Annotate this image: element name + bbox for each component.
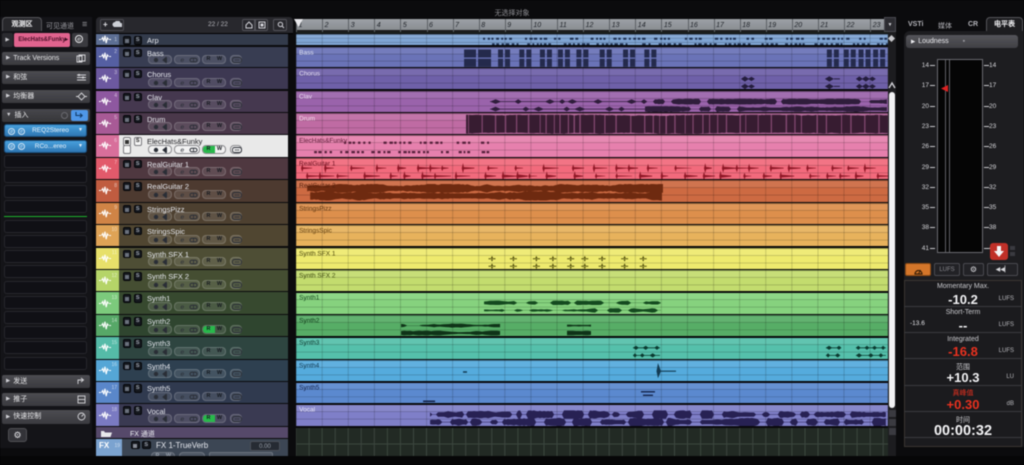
svg-text:Synth SFX 2: Synth SFX 2 — [299, 273, 336, 280]
svg-text:Drum: Drum — [299, 115, 315, 122]
svg-text:e: e — [181, 282, 185, 289]
svg-text:Chorus: Chorus — [299, 70, 321, 77]
svg-text:e: e — [181, 259, 185, 266]
svg-text:StringsSpic: StringsSpic — [299, 227, 333, 234]
svg-text:Synth1: Synth1 — [299, 295, 320, 302]
svg-text:Synth4: Synth4 — [299, 362, 320, 369]
svg-text:RealGuitar 2: RealGuitar 2 — [299, 183, 336, 190]
svg-text:e: e — [181, 124, 185, 131]
svg-text:StringsPizz: StringsPizz — [299, 205, 331, 212]
svg-text:e: e — [181, 192, 185, 199]
svg-text:Synth2: Synth2 — [299, 317, 320, 324]
svg-text:Synth5: Synth5 — [299, 385, 320, 392]
svg-text:e: e — [181, 147, 185, 154]
svg-text:e: e — [181, 327, 185, 334]
svg-text:e: e — [181, 102, 185, 109]
svg-text:Clav: Clav — [299, 93, 313, 100]
svg-text:e: e — [181, 304, 185, 311]
svg-text:e: e — [181, 57, 185, 64]
svg-text:ElecHats&Funky: ElecHats&Funky — [299, 138, 348, 145]
svg-text:e: e — [181, 349, 185, 356]
svg-text:e: e — [181, 80, 185, 87]
svg-text:e: e — [181, 372, 185, 379]
svg-text:Synth3: Synth3 — [299, 340, 320, 347]
svg-text:e: e — [181, 169, 185, 176]
svg-text:e: e — [181, 237, 185, 244]
svg-text:e: e — [181, 394, 185, 401]
svg-text:Bass: Bass — [299, 49, 314, 56]
svg-text:RealGuitar 1: RealGuitar 1 — [299, 160, 336, 167]
svg-text:Synth SFX 1: Synth SFX 1 — [299, 250, 336, 257]
svg-text:e: e — [181, 417, 185, 424]
svg-text:Vocal: Vocal — [299, 407, 315, 414]
svg-text:e: e — [181, 214, 185, 221]
